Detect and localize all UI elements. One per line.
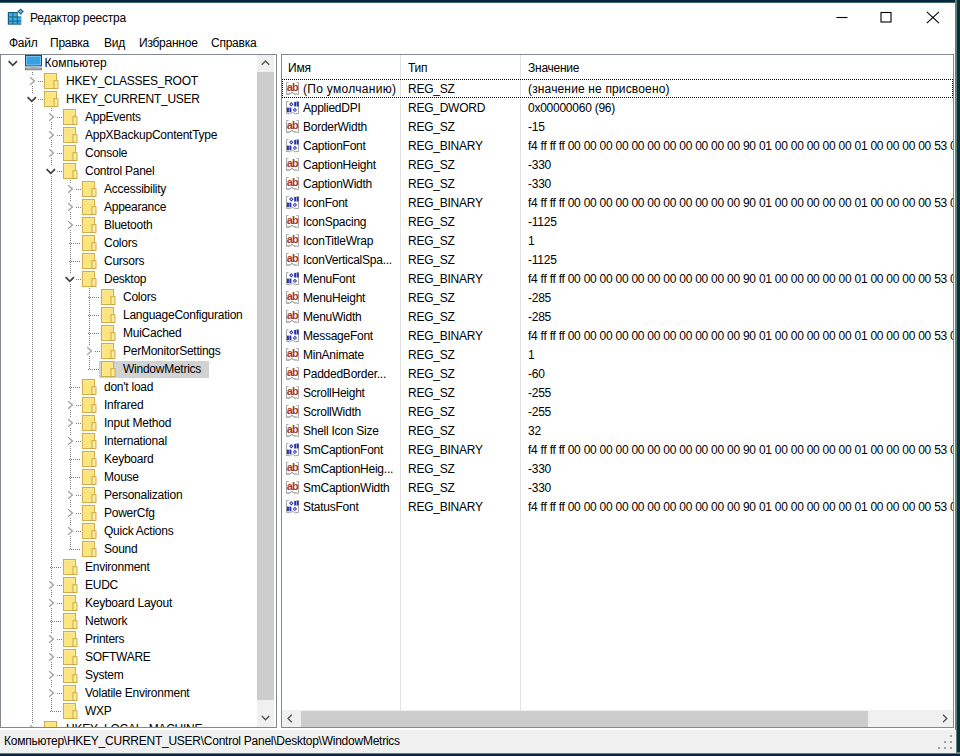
svg-text:ab: ab [286, 290, 298, 302]
svg-text:ab: ab [286, 366, 298, 378]
svg-text:ab: ab [286, 309, 298, 321]
svg-text:ab: ab [286, 461, 298, 473]
svg-text:ab: ab [286, 480, 298, 492]
svg-text:ab: ab [286, 176, 298, 188]
svg-text:ab: ab [286, 157, 298, 169]
svg-text:ab: ab [286, 423, 298, 435]
svg-text:ab: ab [286, 252, 298, 264]
svg-text:ab: ab [286, 81, 298, 93]
svg-text:ab: ab [286, 404, 298, 416]
svg-text:ab: ab [286, 119, 298, 131]
svg-text:ab: ab [286, 385, 298, 397]
svg-text:ab: ab [286, 214, 298, 226]
svg-text:ab: ab [286, 233, 298, 245]
svg-text:ab: ab [286, 347, 298, 359]
